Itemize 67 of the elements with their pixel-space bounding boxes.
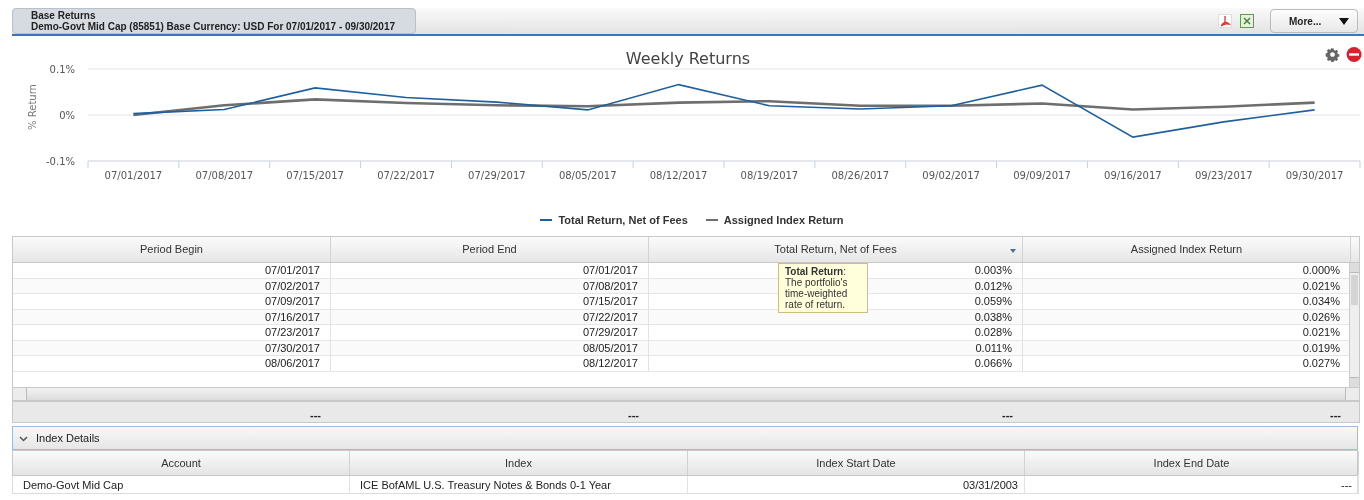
horizontal-scrollbar[interactable] [12, 387, 1360, 401]
axis-label: 09/02/2017 [922, 170, 980, 181]
more-button[interactable]: More... [1270, 9, 1358, 33]
total-cell: --- [1002, 409, 1013, 421]
pdf-icon[interactable] [1218, 14, 1232, 28]
column-header[interactable]: Index [350, 451, 688, 475]
table-cell: 07/01/2017 [13, 263, 331, 278]
column-header[interactable]: Total Return, Net of Fees [649, 237, 1023, 262]
axis-label: 08/26/2017 [831, 170, 890, 181]
settings-icon[interactable] [1325, 47, 1340, 62]
table-cell: 0.028% [649, 325, 1023, 340]
tooltip: Total Return: The portfolio's time-weighted rate of return. [778, 263, 868, 313]
table-cell: 07/16/2017 [13, 309, 331, 325]
table-cell: 07/15/2017 [331, 294, 649, 309]
table-cell: 07/02/2017 [13, 278, 331, 294]
total-cell: --- [628, 409, 639, 421]
axis-label: 09/09/2017 [1013, 170, 1071, 181]
axis-label: 08/19/2017 [740, 170, 799, 181]
remove-icon[interactable] [1346, 47, 1364, 62]
index-details-header[interactable]: Index Details [12, 426, 1358, 450]
axis-label: 08/12/2017 [649, 170, 708, 181]
chart-title: Weekly Returns [625, 49, 751, 68]
table-cell: 07/23/2017 [13, 325, 331, 340]
column-header[interactable]: Period End [331, 237, 649, 262]
column-header[interactable]: Index End Date [1025, 451, 1359, 475]
legend-item[interactable]: Total Return, Net of Fees [540, 211, 688, 229]
table-cell: 07/08/2017 [331, 278, 649, 294]
column-header[interactable]: Account [13, 451, 350, 475]
table-cell: 07/29/2017 [331, 325, 649, 340]
axis-label: 07/29/2017 [468, 170, 526, 181]
table-cell: --- [1025, 476, 1359, 494]
table-cell: 0.066% [649, 356, 1023, 371]
vertical-scrollbar[interactable] [1349, 263, 1359, 387]
axis-label: 07/08/2017 [195, 170, 254, 181]
chevron-icon [19, 433, 28, 443]
report-selector[interactable]: Base Returns Demo-Govt Mid Cap (85851) Base Currency: USD For 07/01/2017 - 09/30/2017 [12, 8, 416, 34]
axis-label: 07/15/2017 [286, 170, 344, 181]
axis-label: 07/22/2017 [377, 170, 435, 181]
table-cell: ICE BofAML U.S. Treasury Notes & Bonds 0-1 Year [350, 476, 688, 494]
table-cell: 03/31/2003 [688, 476, 1025, 494]
spreadsheet-icon[interactable] [1240, 14, 1254, 28]
axis-label: 08/05/2017 [558, 170, 617, 181]
menu-caret-icon[interactable] [1010, 249, 1016, 253]
table-cell: 08/06/2017 [13, 356, 331, 371]
table-cell: 07/30/2017 [13, 340, 331, 356]
column-header[interactable]: Period Begin [13, 237, 331, 262]
axis-title: % Return [27, 84, 38, 130]
legend-item[interactable]: Assigned Index Return [705, 211, 844, 229]
table-cell: 08/12/2017 [331, 356, 649, 371]
table-cell: 0.011% [649, 340, 1023, 356]
table-cell: 08/05/2017 [331, 340, 649, 356]
total-cell: --- [310, 409, 321, 421]
table-cell: 07/22/2017 [331, 309, 649, 325]
axis-label: -0.1% [46, 156, 75, 167]
column-header[interactable]: Assigned Index Return [1023, 237, 1351, 262]
table-cell: 07/01/2017 [331, 263, 649, 278]
axis-label: 09/16/2017 [1104, 170, 1162, 181]
axis-label: 0% [59, 110, 75, 121]
table-cell: 07/09/2017 [13, 294, 331, 309]
column-header[interactable]: Index Start Date [688, 451, 1025, 475]
axis-label: 09/30/2017 [1285, 170, 1344, 181]
caret-icon [1339, 17, 1349, 25]
total-cell: --- [1330, 409, 1341, 421]
axis-label: 07/01/2017 [104, 170, 163, 181]
table-cell: Demo-Govt Mid Cap [13, 476, 350, 494]
axis-label: 0.1% [49, 64, 75, 75]
axis-label: 09/23/2017 [1194, 170, 1253, 181]
